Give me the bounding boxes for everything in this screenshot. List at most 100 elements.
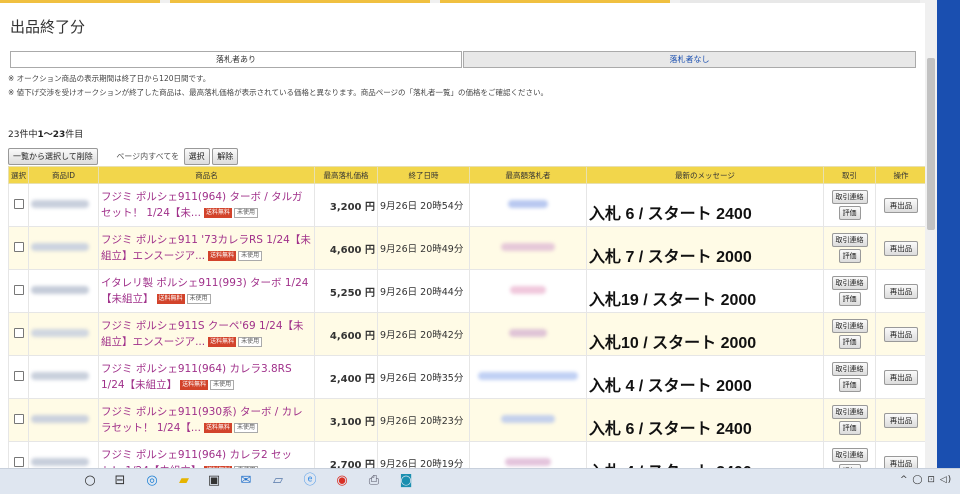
rate-button[interactable]: 評価 (838, 249, 861, 263)
product-id-redacted (31, 286, 89, 294)
price-cell: 3,100 円 (314, 398, 378, 442)
winner-redacted[interactable] (510, 286, 546, 294)
winner-redacted[interactable] (501, 415, 555, 423)
unused-badge: 未使用 (186, 294, 211, 304)
system-tray[interactable]: ^ ◯ ⊡ ◁) (900, 475, 952, 485)
product-id-cell (28, 355, 99, 399)
file-explorer-icon[interactable]: ▰ (176, 473, 192, 489)
product-id-cell (28, 312, 99, 356)
winner-redacted[interactable] (478, 372, 578, 380)
select-all-button[interactable]: 選択 (183, 148, 210, 165)
end-date-cell: 9月26日 20時54分 (377, 183, 470, 227)
unused-badge: 未使用 (238, 337, 263, 347)
winner-redacted[interactable] (509, 329, 547, 337)
clear-selection-button[interactable]: 解除 (212, 148, 239, 165)
table-row: フジミ ポルシェ911(964) ターボ / タルガセット！ 1/24【未...… (8, 183, 925, 227)
product-name-link[interactable]: フジミ ポルシェ911S クーペ'69 1/24【未組立】エンスージア... (101, 320, 304, 348)
rate-button[interactable]: 評価 (838, 292, 861, 306)
table-header-row: 選択 商品ID 商品名 最高落札価格 終了日時 最高額落札者 最新のメッセージ … (8, 166, 925, 184)
tab-with-winner[interactable]: 落札者あり (10, 51, 462, 68)
row-checkbox[interactable] (13, 285, 24, 295)
relist-button[interactable]: 再出品 (883, 455, 919, 468)
header-product-name: 商品名 (98, 166, 315, 184)
product-name-cell: フジミ ポルシェ911(964) カレラ2 セット！ 1/24【未組立】送料無料… (98, 441, 315, 468)
scrollbar-thumb[interactable] (927, 58, 935, 230)
contact-button[interactable]: 取引連絡 (831, 233, 868, 247)
row-checkbox[interactable] (13, 371, 24, 381)
vertical-scrollbar[interactable] (925, 0, 937, 468)
message-cell: 入札 4 / スタート 2400 (586, 441, 824, 468)
relist-button[interactable]: 再出品 (883, 369, 919, 385)
action-cell: 再出品 (875, 183, 925, 227)
free-shipping-badge: 送料無料 (208, 337, 237, 347)
page-title: 出品終了分 (10, 18, 86, 36)
rate-button[interactable]: 評価 (838, 378, 861, 392)
deal-cell: 取引連絡評価 (823, 312, 876, 356)
row-checkbox[interactable] (13, 328, 24, 338)
contact-button[interactable]: 取引連絡 (831, 319, 868, 333)
message-cell: 入札 4 / スタート 2000 (586, 355, 824, 399)
contact-button[interactable]: 取引連絡 (831, 190, 868, 204)
row-select-cell (8, 355, 29, 399)
edge-icon[interactable]: ◎ (144, 473, 160, 489)
mail-icon[interactable]: ✉ (238, 473, 254, 489)
product-name-link[interactable]: フジミ ポルシェ911(964) ターボ / タルガセット！ 1/24【未... (101, 191, 302, 219)
product-id-cell (28, 183, 99, 227)
task-view-icon[interactable]: ⊟ (112, 473, 128, 489)
winner-redacted[interactable] (505, 458, 551, 466)
auction-table: 選択 商品ID 商品名 最高落札価格 終了日時 最高額落札者 最新のメッセージ … (8, 166, 925, 468)
deal-cell: 取引連絡評価 (823, 183, 876, 227)
winner-redacted[interactable] (501, 243, 555, 251)
product-id-redacted (31, 415, 89, 423)
tab-bar: 落札者あり 落札者なし (10, 51, 916, 68)
contact-button[interactable]: 取引連絡 (831, 362, 868, 376)
product-name-link[interactable]: フジミ ポルシェ911(964) カレラ2 セット！ 1/24【未組立】 (101, 449, 292, 468)
product-id-redacted (31, 243, 89, 251)
message-cell: 入札19 / スタート 2000 (586, 269, 824, 313)
rate-button[interactable]: 評価 (838, 206, 861, 220)
table-row: フジミ ポルシェ911(964) カレラ3.8RS 1/24【未組立】 送料無料未… (8, 355, 925, 399)
relist-button[interactable]: 再出品 (883, 326, 919, 342)
contact-button[interactable]: 取引連絡 (831, 276, 868, 290)
printer-icon[interactable]: ⎙ (366, 473, 382, 489)
row-checkbox[interactable] (13, 414, 24, 424)
rate-button[interactable]: 評価 (838, 335, 861, 349)
relist-button[interactable]: 再出品 (883, 283, 919, 299)
rate-button[interactable]: 評価 (838, 421, 861, 435)
relist-button[interactable]: 再出品 (883, 412, 919, 428)
note-display-period: ※ オークション商品の表示期間は終了日から120日間です。 (8, 74, 211, 83)
unused-badge: 未使用 (238, 251, 263, 261)
ie-icon[interactable]: ⓔ (302, 473, 318, 489)
app-icon[interactable]: ▱ (270, 473, 286, 489)
desktop-background (937, 0, 960, 468)
product-name-link[interactable]: フジミ ポルシェ911 '73カレラRS 1/24【未組立】エンスージア... (101, 234, 311, 262)
store-icon[interactable]: ▣ (206, 473, 222, 489)
row-checkbox[interactable] (13, 242, 24, 252)
action-cell: 再出品 (875, 226, 925, 270)
relist-button[interactable]: 再出品 (883, 197, 919, 213)
header-select: 選択 (8, 166, 29, 184)
action-cell: 再出品 (875, 269, 925, 313)
bulk-delete-button[interactable]: 一覧から選択して削除 (8, 148, 98, 165)
row-select-cell (8, 312, 29, 356)
row-checkbox[interactable] (13, 457, 24, 467)
action-cell: 再出品 (875, 441, 925, 468)
deal-cell: 取引連絡評価 (823, 398, 876, 442)
row-checkbox[interactable] (13, 199, 24, 209)
row-select-cell (8, 441, 29, 468)
winner-redacted[interactable] (508, 200, 548, 208)
contact-button[interactable]: 取引連絡 (831, 448, 868, 462)
product-name-link[interactable]: フジミ ポルシェ911(930系) ターボ / カレラセット！ 1/24【... (101, 406, 303, 434)
row-select-cell (8, 269, 29, 313)
winner-cell (469, 226, 587, 270)
tab-without-winner[interactable]: 落札者なし (463, 51, 916, 68)
header-price: 最高落札価格 (314, 166, 378, 184)
chrome-icon[interactable]: ◉ (334, 473, 350, 489)
relist-button[interactable]: 再出品 (883, 240, 919, 256)
result-count: 23件中1〜23件目 (8, 127, 83, 140)
free-shipping-badge: 送料無料 (208, 251, 237, 261)
search-icon[interactable]: ○ (82, 473, 98, 489)
contact-button[interactable]: 取引連絡 (831, 405, 868, 419)
camera-icon[interactable]: ◙ (398, 473, 414, 489)
product-id-redacted (31, 372, 89, 380)
